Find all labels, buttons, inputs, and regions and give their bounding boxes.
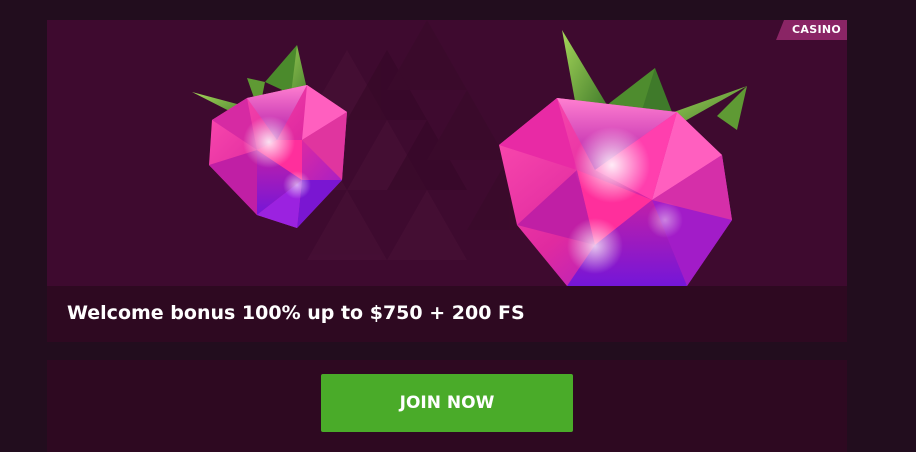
- raspberry-gem-large-icon: [499, 30, 747, 286]
- cta-panel: JOIN NOW: [47, 360, 847, 452]
- promo-caption: Welcome bonus 100% up to $750 + 200 FS: [47, 286, 847, 342]
- join-now-button[interactable]: JOIN NOW: [321, 374, 573, 432]
- promo-banner[interactable]: CASINO: [47, 20, 847, 286]
- casino-tag: CASINO: [776, 20, 847, 40]
- raspberry-gem-small-icon: [192, 45, 347, 228]
- banner-artwork: [192, 20, 747, 286]
- welcome-bonus-title: Welcome bonus 100% up to $750 + 200 FS: [67, 302, 525, 324]
